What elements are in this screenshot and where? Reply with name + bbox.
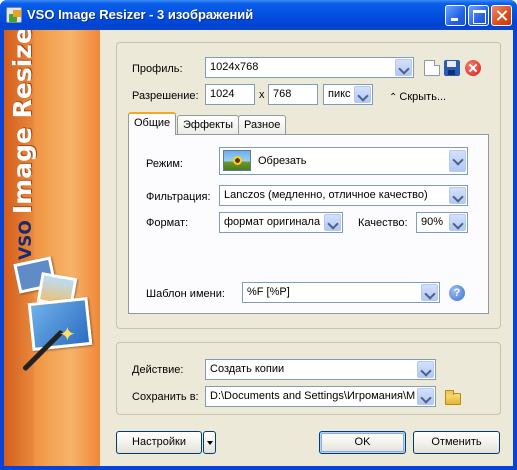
save-profile-icon[interactable] [444, 60, 460, 76]
format-label: Формат: [146, 217, 189, 229]
profile-label: Профиль: [132, 63, 183, 75]
width-value: 1024 [210, 88, 235, 100]
action-label: Действие: [132, 364, 184, 376]
action-value: Создать копии [210, 363, 285, 375]
crop-mode-thumbnail-icon [223, 150, 251, 171]
format-select[interactable]: формат оригинала [219, 212, 343, 233]
cancel-button[interactable]: Отменить [413, 431, 500, 454]
unit-value: пикс [328, 88, 351, 100]
template-label: Шаблон имени: [146, 288, 225, 300]
help-icon[interactable]: ? [449, 285, 465, 301]
format-value: формат оригинала [224, 216, 321, 228]
banner-logo-text: VSO Image Resizer [8, 30, 37, 260]
profile-select[interactable]: 1024x768 [205, 57, 414, 78]
filter-label: Фильтрация: [146, 191, 211, 203]
height-input[interactable]: 768 [268, 84, 318, 105]
tab-label: Эффекты [183, 119, 234, 131]
tab-misc[interactable]: Разное [238, 115, 287, 134]
resolution-separator: x [259, 89, 265, 101]
collapse-toggle[interactable]: ⌃ Скрыть... [389, 91, 446, 103]
settings-button[interactable]: Настройки [116, 431, 202, 454]
tab-effects[interactable]: Эффекты [177, 115, 240, 134]
mode-label: Режим: [146, 158, 183, 170]
new-profile-icon[interactable] [424, 60, 440, 76]
chevron-down-icon[interactable] [354, 86, 371, 103]
save-path-select[interactable]: D:\Documents and Settings\Игромания\Мо [205, 386, 436, 407]
app-icon [6, 7, 22, 23]
app-window: VSO Image Resizer - 3 изображений VSO Ima… [0, 0, 517, 470]
filter-select[interactable]: Lanczos (медленно, отличное качество) [219, 185, 468, 206]
brand-banner: VSO Image Resizer ✦ [4, 30, 100, 466]
save-path-value: D:\Documents and Settings\Игромания\Мо [210, 390, 415, 402]
tab-label: Общие [134, 117, 171, 129]
unit-select[interactable]: пикс [323, 84, 373, 105]
chevron-down-icon[interactable] [421, 284, 438, 301]
chevron-down-icon[interactable] [417, 361, 434, 378]
window-title: VSO Image Resizer - 3 изображений [27, 7, 254, 22]
chevron-down-icon[interactable] [324, 214, 341, 231]
folder-icon[interactable] [445, 390, 461, 405]
width-input[interactable]: 1024 [205, 84, 255, 105]
mode-value: Обрезать [258, 155, 307, 167]
close-button[interactable] [491, 5, 512, 26]
maximize-button[interactable] [468, 5, 489, 26]
chevron-down-icon[interactable] [417, 388, 434, 405]
dialog-client: VSOImage Resizer ✦ Профиль: 1024x768 Раз… [4, 30, 513, 466]
chevron-up-icon: ⌃ [389, 92, 398, 103]
ok-button[interactable]: OK [319, 431, 406, 454]
resolution-label: Разрешение: [132, 90, 199, 102]
delete-profile-icon[interactable] [465, 60, 481, 76]
action-select[interactable]: Создать копии [205, 359, 436, 380]
minimize-button[interactable] [445, 5, 466, 26]
collapse-label: Скрыть... [399, 91, 447, 103]
mode-select[interactable]: Обрезать [219, 147, 468, 175]
height-value: 768 [273, 88, 292, 100]
sparkle-illustration: ✦ [59, 324, 76, 346]
template-select[interactable]: %F [%P] [242, 282, 440, 303]
quality-value: 90% [421, 216, 444, 228]
banner-brand: VSO [16, 220, 36, 260]
tab-label: Разное [244, 119, 281, 131]
tab-general[interactable]: Общие [128, 112, 177, 135]
save-to-label: Сохранить в: [132, 391, 199, 403]
template-value: %F [%P] [247, 286, 290, 298]
chevron-down-icon[interactable] [449, 187, 466, 204]
title-bar[interactable]: VSO Image Resizer - 3 изображений [0, 0, 517, 30]
spinner-arrows-icon[interactable] [449, 214, 466, 231]
chevron-down-icon[interactable] [395, 59, 412, 76]
chevron-down-icon[interactable] [449, 150, 466, 172]
settings-dropdown-button[interactable] [203, 431, 216, 454]
profile-value: 1024x768 [210, 61, 259, 73]
quality-spinner[interactable]: 90% [416, 212, 468, 233]
quality-label: Качество: [358, 217, 408, 229]
banner-product: Image Resizer [8, 30, 37, 215]
filter-value: Lanczos (медленно, отличное качество) [224, 189, 428, 201]
